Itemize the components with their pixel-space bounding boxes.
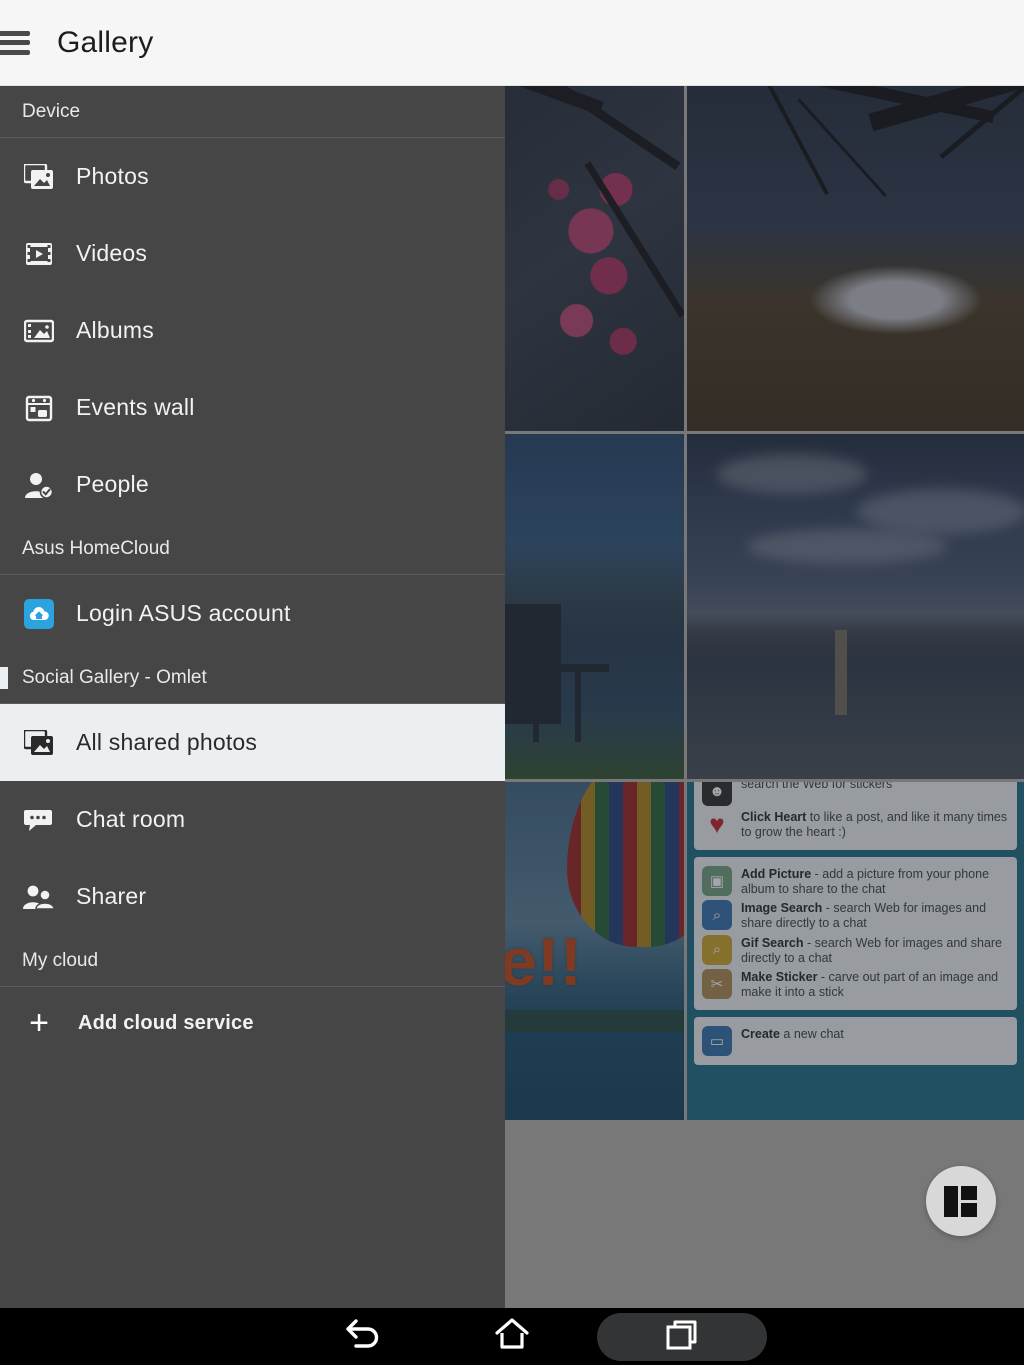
section-label: Social Gallery - Omlet xyxy=(22,667,207,688)
sidebar-item-label: Login ASUS account xyxy=(76,600,291,626)
home-icon xyxy=(491,1315,533,1358)
photo-dim-overlay xyxy=(687,782,1024,1120)
layout-grid-icon xyxy=(944,1186,978,1217)
recents-icon xyxy=(664,1318,700,1357)
sidebar-item-photos[interactable]: Photos xyxy=(0,138,505,215)
back-arrow-icon xyxy=(342,1315,384,1358)
sidebar-item-label: Albums xyxy=(76,317,154,343)
nav-home-button[interactable] xyxy=(491,1308,533,1365)
photo-row xyxy=(505,434,1024,779)
section-header-my-cloud: My cloud xyxy=(0,935,505,987)
photo-dim-overlay xyxy=(687,86,1024,431)
person-check-icon xyxy=(22,471,56,499)
sidebar-item-label: Events wall xyxy=(76,394,195,420)
app-bar: Gallery xyxy=(0,0,1024,86)
photo-dim-overlay xyxy=(687,434,1024,779)
sidebar-item-label: Add cloud service xyxy=(78,1011,254,1034)
photo-lake-hut[interactable] xyxy=(505,434,684,779)
photo-row xyxy=(505,86,1024,431)
navigation-drawer: Device Photos Videos Albums Events wall … xyxy=(0,86,505,1308)
photo-mount-fuji[interactable] xyxy=(687,86,1024,431)
page-title: Gallery xyxy=(57,25,154,59)
videos-icon xyxy=(22,241,56,267)
section-label: My cloud xyxy=(22,950,99,971)
sidebar-item-sharer[interactable]: Sharer xyxy=(0,858,505,935)
sidebar-item-label: Sharer xyxy=(76,883,147,909)
photos-icon xyxy=(22,729,56,756)
nav-back-button[interactable] xyxy=(342,1308,384,1365)
photos-icon xyxy=(22,163,56,190)
photo-hot-air-balloon[interactable]: e!! xyxy=(505,782,684,1120)
section-label: Asus HomeCloud xyxy=(22,538,170,559)
system-nav-bar xyxy=(0,1308,1024,1365)
sidebar-item-videos[interactable]: Videos xyxy=(0,215,505,292)
sidebar-item-albums[interactable]: Albums xyxy=(0,292,505,369)
photo-grid: e!! ☻ search the Web for stickers ♥ xyxy=(505,86,1024,1123)
hamburger-icon[interactable] xyxy=(0,28,32,58)
sidebar-item-chat-room[interactable]: Chat room xyxy=(0,781,505,858)
sidebar-item-label: People xyxy=(76,471,149,497)
section-marker xyxy=(0,667,8,689)
layout-toggle-fab[interactable] xyxy=(926,1166,996,1236)
section-header-asus-homecloud: Asus HomeCloud xyxy=(0,523,505,575)
sidebar-item-events-wall[interactable]: Events wall xyxy=(0,369,505,446)
photo-dim-overlay xyxy=(505,434,684,779)
sidebar-item-people[interactable]: People xyxy=(0,446,505,523)
screen: Gallery ☻ search the Web for stickers ♥ … xyxy=(0,0,1024,1365)
people-icon xyxy=(22,884,56,910)
photo-row: e!! ☻ search the Web for stickers ♥ xyxy=(505,782,1024,1120)
section-label: Device xyxy=(22,101,81,122)
photo-blossom[interactable] xyxy=(505,86,684,431)
section-header-device: Device xyxy=(0,86,505,138)
plus-icon: + xyxy=(29,1004,49,1042)
sidebar-item-label: Videos xyxy=(76,240,148,266)
sidebar-item-label: Photos xyxy=(76,163,149,189)
sidebar-item-all-shared-photos[interactable]: All shared photos xyxy=(0,704,505,781)
sidebar-item-label: All shared photos xyxy=(76,729,258,755)
albums-icon xyxy=(22,318,56,344)
sidebar-item-add-cloud-service[interactable]: + Add cloud service xyxy=(0,987,505,1059)
asus-cloud-icon xyxy=(22,598,56,629)
chat-icon xyxy=(22,808,56,832)
photo-lake-tekapo[interactable] xyxy=(687,434,1024,779)
sidebar-item-label: Chat room xyxy=(76,806,186,832)
section-header-social-gallery-omlet: Social Gallery - Omlet xyxy=(0,652,505,704)
photo-dim-overlay xyxy=(505,782,684,1120)
photo-omlet-tutorial[interactable]: ☻ search the Web for stickers ♥ Click He… xyxy=(687,782,1024,1120)
calendar-icon xyxy=(22,394,56,422)
nav-recents-button[interactable] xyxy=(597,1313,767,1361)
photo-dim-overlay xyxy=(505,86,684,431)
sidebar-item-login-asus-account[interactable]: Login ASUS account xyxy=(0,575,505,652)
